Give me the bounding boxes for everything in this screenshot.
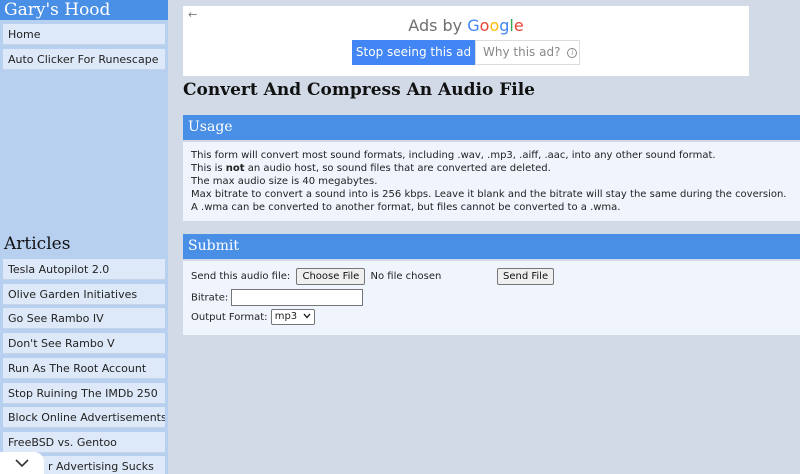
page-title: Convert And Compress An Audio File xyxy=(183,80,536,100)
usage-line: This is not an audio host, so sound file… xyxy=(191,163,551,174)
ad-banner: ← Ads by Google Stop seeing this ad Why … xyxy=(183,6,749,76)
file-row: Send this audio file: Choose File No fil… xyxy=(191,268,791,285)
bitrate-input[interactable] xyxy=(231,289,364,306)
usage-line: This form will convert most sound format… xyxy=(191,150,716,161)
usage-line: Max bitrate to convert a sound into is 2… xyxy=(191,189,787,200)
usage-body: This form will convert most sound format… xyxy=(183,142,800,221)
article-item[interactable]: Olive Garden Initiatives xyxy=(3,284,165,305)
scroll-toggle-button[interactable] xyxy=(0,452,44,474)
submit-form: Send this audio file: Choose File No fil… xyxy=(183,261,800,335)
usage-header: Usage xyxy=(183,115,800,140)
choose-file-button[interactable]: Choose File xyxy=(296,268,366,285)
article-item[interactable]: Stop Ruining The IMDb 250 xyxy=(3,383,165,404)
output-format-label: Output Format: xyxy=(191,312,268,323)
article-item[interactable]: Block Online Advertisements xyxy=(3,407,165,428)
send-file-button[interactable]: Send File xyxy=(497,268,555,285)
articles-title: Articles xyxy=(4,234,71,254)
article-item[interactable]: FreeBSD vs. Gentoo xyxy=(3,432,165,453)
chevron-down-icon xyxy=(15,459,29,468)
article-item[interactable]: Don't See Rambo V xyxy=(3,333,165,354)
article-item[interactable]: Run As The Root Account xyxy=(3,358,165,379)
google-logo: Google xyxy=(467,16,524,35)
ads-by-label: Ads by xyxy=(408,16,463,35)
file-label: Send this audio file: xyxy=(191,271,291,282)
info-icon: i xyxy=(567,47,578,58)
output-format-select[interactable]: mp3 xyxy=(270,309,316,325)
site-title[interactable]: Gary's Hood xyxy=(0,0,168,20)
why-this-ad-label: Why this ad? xyxy=(483,45,561,59)
no-file-chosen-text: No file chosen xyxy=(370,271,442,282)
article-item[interactable]: Go See Rambo IV xyxy=(3,308,165,329)
why-this-ad-button[interactable]: Why this ad? i xyxy=(475,40,580,65)
chevron-down-icon xyxy=(303,313,311,319)
nav-item-auto-clicker[interactable]: Auto Clicker For Runescape xyxy=(3,49,165,70)
format-row: Output Format: mp3 xyxy=(191,309,316,325)
article-item[interactable]: Tesla Autopilot 2.0 xyxy=(3,259,165,280)
bitrate-row: Bitrate: xyxy=(191,289,364,306)
usage-line: The max audio size is 40 megabytes. xyxy=(191,176,378,187)
output-format-value: mp3 xyxy=(274,311,298,322)
usage-line: A .wma can be converted to another forma… xyxy=(191,202,621,213)
submit-header: Submit xyxy=(183,234,800,259)
bitrate-label: Bitrate: xyxy=(191,292,229,304)
nav-item-home[interactable]: Home xyxy=(3,24,165,45)
stop-seeing-ad-button[interactable]: Stop seeing this ad xyxy=(352,40,475,65)
ads-by-google: Ads by Google xyxy=(183,16,749,35)
sidebar: Gary's Hood Home Auto Clicker For Runesc… xyxy=(0,0,168,474)
